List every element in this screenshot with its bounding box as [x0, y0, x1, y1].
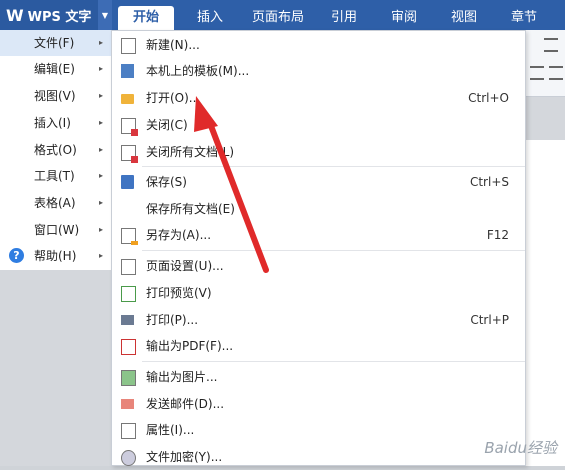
watermark: Baidu经验	[484, 439, 557, 457]
annotation-arrow-icon	[194, 96, 269, 273]
